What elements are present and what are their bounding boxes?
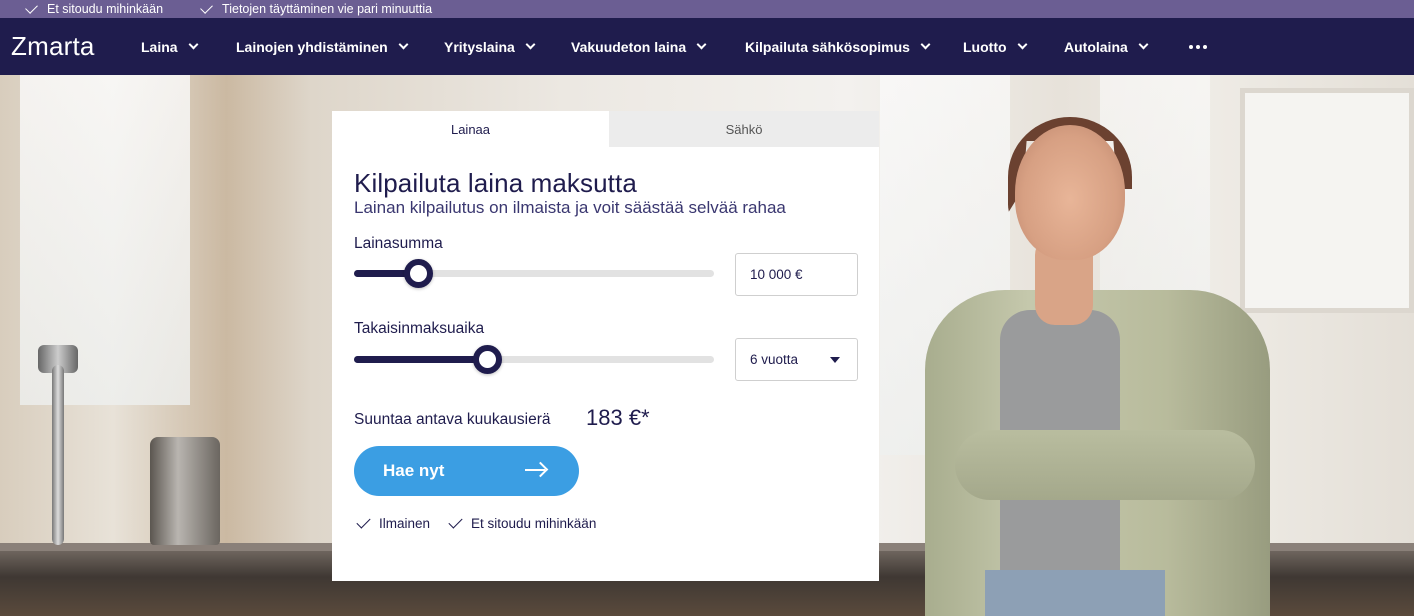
tab-sahko[interactable]: Sähkö <box>609 111 879 147</box>
slider-fill <box>354 356 488 363</box>
chevron-down-icon <box>920 39 931 50</box>
nav-item-label: Lainojen yhdistäminen <box>236 38 388 55</box>
nav-item-label: Vakuudeton laina <box>571 38 687 55</box>
check-icon <box>356 514 371 529</box>
chevron-down-icon <box>188 39 199 50</box>
caret-down-icon <box>830 357 840 363</box>
nav-item-autolaina[interactable]: Autolaina <box>1064 18 1149 75</box>
nav-item-label: Autolaina <box>1064 38 1128 55</box>
form-tabs: Lainaa Sähkö <box>332 111 879 147</box>
loan-amount-label: Lainasumma <box>354 235 443 252</box>
topbar-item: Et sitoudu mihinkään <box>25 1 164 16</box>
benefit-item: Ilmainen <box>356 514 431 531</box>
nav-item-label: Kilpailuta sähkösopimus <box>745 38 910 55</box>
slider-handle[interactable] <box>472 345 502 374</box>
topbar-item-label: Et sitoudu mihinkään <box>47 2 164 16</box>
chevron-down-icon <box>525 39 536 50</box>
chevron-down-icon <box>1138 39 1149 50</box>
check-icon <box>448 514 463 529</box>
apply-button-label: Hae nyt <box>383 461 445 480</box>
loan-amount-input[interactable]: 10 000 € <box>735 253 858 296</box>
form-title: Kilpailuta laina maksutta <box>354 168 637 198</box>
repayment-label: Takaisinmaksuaika <box>354 320 485 337</box>
arrow-right-icon <box>525 469 545 471</box>
monthly-payment-value: 183 €* <box>586 405 650 430</box>
nav-item-laina[interactable]: Laina <box>141 18 199 75</box>
nav-item-kilpailuta-sahkosopimus[interactable]: Kilpailuta sähkösopimus <box>745 18 931 75</box>
chevron-down-icon <box>1017 39 1027 50</box>
chevron-down-icon <box>696 39 707 50</box>
zmarta-logo[interactable]: Zmarta <box>11 31 95 62</box>
repayment-select-value: 6 vuotta <box>750 352 799 367</box>
main-nav: Zmarta Laina Lainojen yhdistäminen Yrity… <box>0 18 1414 75</box>
benefit-label: Et sitoudu mihinkään <box>471 516 597 531</box>
nav-item-vakuudeton-laina[interactable]: Vakuudeton laina <box>571 18 707 75</box>
repayment-slider[interactable] <box>354 345 714 374</box>
topbar-item-label: Tietojen täyttäminen vie pari minuuttia <box>222 2 433 16</box>
form-subtitle: Lainan kilpailutus on ilmaista ja voit s… <box>354 198 786 217</box>
benefit-item: Et sitoudu mihinkään <box>448 514 597 531</box>
chevron-down-icon <box>398 39 409 50</box>
nav-item-lainojen-yhdistaminen[interactable]: Lainojen yhdistäminen <box>236 18 409 75</box>
nav-item-label: Laina <box>141 38 178 55</box>
top-info-bar: Et sitoudu mihinkään Tietojen täyttämine… <box>0 0 1414 18</box>
nav-item-label: Yrityslaina <box>444 38 515 55</box>
loan-amount-slider[interactable] <box>354 259 714 288</box>
nav-item-label: Luotto <box>963 38 1007 55</box>
more-menu-icon[interactable] <box>1189 45 1207 49</box>
nav-item-luotto[interactable]: Luotto <box>963 18 1027 75</box>
nav-item-yrityslaina[interactable]: Yrityslaina <box>444 18 536 75</box>
repayment-select[interactable]: 6 vuotta <box>735 338 858 381</box>
topbar-item: Tietojen täyttäminen vie pari minuuttia <box>200 1 433 16</box>
tab-lainaa[interactable]: Lainaa <box>332 111 609 147</box>
benefit-label: Ilmainen <box>379 516 431 531</box>
monthly-payment-label: Suuntaa antava kuukausierä <box>354 411 551 428</box>
check-icon <box>25 1 38 14</box>
check-icon <box>200 1 213 14</box>
